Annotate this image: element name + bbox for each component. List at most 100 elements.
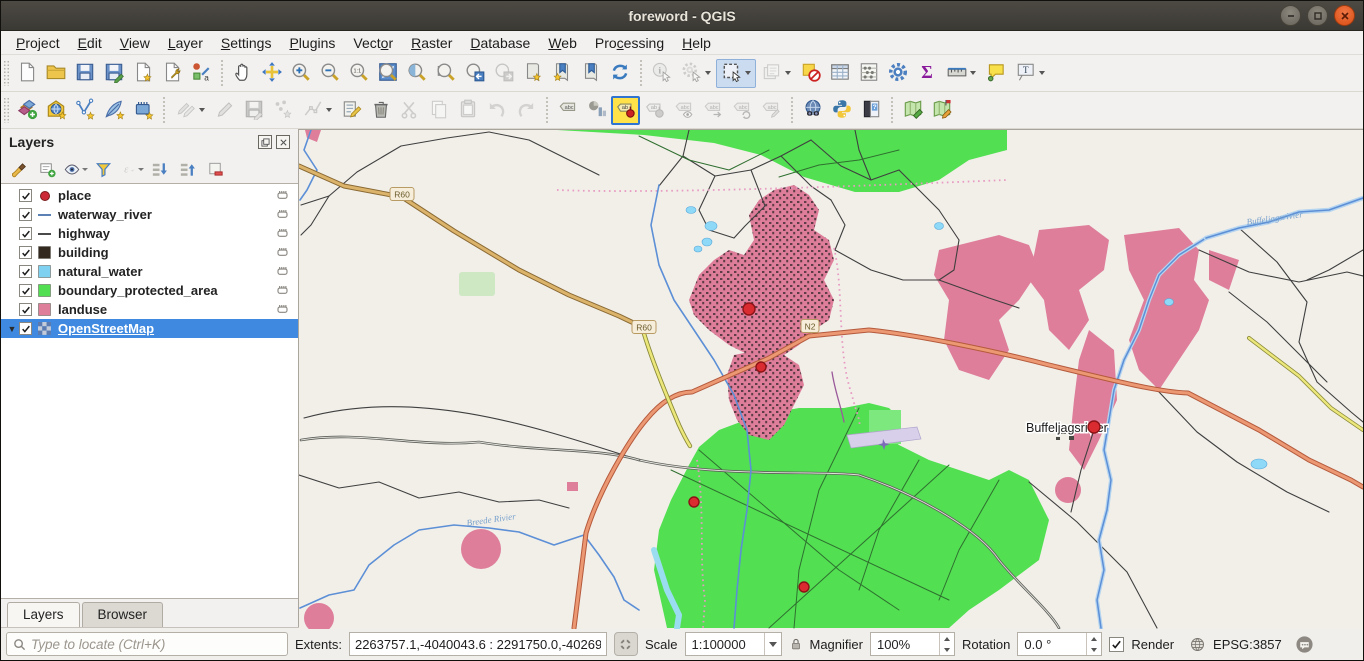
save-project-as-button[interactable] — [99, 59, 128, 88]
zoom-full-button[interactable] — [373, 59, 402, 88]
panel-close-icon[interactable] — [276, 135, 290, 149]
text-annotation-button[interactable]: T — [1010, 59, 1050, 88]
open-attribute-table-button[interactable] — [825, 59, 854, 88]
layer-item-building[interactable]: building — [1, 243, 298, 262]
collapse-all-button[interactable] — [175, 157, 200, 181]
layer-item-highway[interactable]: highway — [1, 224, 298, 243]
new-spatialite-layer-button[interactable] — [99, 96, 128, 125]
layer-visibility-checkbox[interactable] — [19, 303, 32, 316]
layer-visibility-checkbox[interactable] — [19, 265, 32, 278]
copy-features-button[interactable] — [424, 96, 453, 125]
panel-float-icon[interactable] — [258, 135, 272, 149]
dropdown-arrow-icon[interactable] — [970, 71, 976, 75]
zoom-out-button[interactable] — [315, 59, 344, 88]
messages-icon[interactable] — [1295, 635, 1314, 654]
locator-input[interactable] — [31, 637, 281, 652]
tab-layers[interactable]: Layers — [7, 602, 80, 627]
layer-item-landuse[interactable]: landuse — [1, 300, 298, 319]
show-bookmarks-button[interactable] — [547, 59, 576, 88]
map-canvas[interactable]: R60R60N2BuffeljagsrivierBreede RivierBuf… — [299, 129, 1363, 627]
close-button[interactable] — [1334, 5, 1355, 26]
zoom-last-button[interactable] — [460, 59, 489, 88]
style-manager-button[interactable]: a — [186, 59, 215, 88]
digitize-with-segment-button[interactable] — [268, 96, 297, 125]
scale-combo[interactable]: 1:100000 — [685, 632, 782, 656]
layer-diagram-options-button[interactable] — [582, 96, 611, 125]
menu-settings[interactable]: Settings — [212, 33, 281, 53]
identify-features-button[interactable]: i — [647, 59, 676, 88]
new-project-button[interactable] — [12, 59, 41, 88]
pan-to-selection-button[interactable] — [257, 59, 286, 88]
crs-value[interactable]: EPSG:3857 — [1213, 637, 1282, 652]
zoom-native-button[interactable]: 1:1 — [344, 59, 373, 88]
field-calculator-button[interactable] — [854, 59, 883, 88]
new-geopackage-layer-button[interactable] — [41, 96, 70, 125]
expand-all-button[interactable] — [147, 157, 172, 181]
lock-scale-icon[interactable] — [789, 636, 803, 652]
dropdown-arrow-icon[interactable] — [1039, 71, 1045, 75]
dropdown-arrow-icon[interactable] — [326, 108, 332, 112]
zoom-to-selection-button[interactable] — [402, 59, 431, 88]
save-project-button[interactable] — [70, 59, 99, 88]
select-features-button[interactable] — [716, 59, 756, 88]
pan-map-button[interactable] — [228, 59, 257, 88]
delete-selected-button[interactable] — [366, 96, 395, 125]
dropdown-arrow-icon[interactable] — [705, 71, 711, 75]
select-by-form-button[interactable] — [756, 59, 796, 88]
minimize-button[interactable] — [1280, 5, 1301, 26]
extents-value[interactable] — [349, 632, 607, 656]
redo-button[interactable] — [511, 96, 540, 125]
scale-dropdown-icon[interactable] — [764, 633, 781, 655]
toolbar-handle[interactable] — [3, 60, 10, 86]
filter-legend-button[interactable] — [91, 157, 116, 181]
deselect-all-button[interactable] — [796, 59, 825, 88]
crs-globe-icon[interactable] — [1189, 636, 1206, 653]
map-tips-button[interactable] — [981, 59, 1010, 88]
menu-layer[interactable]: Layer — [159, 33, 212, 53]
vertex-tool-button[interactable] — [297, 96, 337, 125]
rotation-up-icon[interactable] — [1087, 633, 1101, 644]
toggle-editing-button[interactable] — [210, 96, 239, 125]
highlight-pinned-labels-button[interactable]: ab — [640, 96, 669, 125]
pin-unpin-labels-button[interactable]: ab — [611, 96, 640, 125]
open-data-source-manager-button[interactable] — [12, 96, 41, 125]
zoom-next-button[interactable] — [489, 59, 518, 88]
dropdown-arrow-icon[interactable] — [199, 108, 205, 112]
refresh-map-button[interactable] — [605, 59, 634, 88]
menu-view[interactable]: View — [111, 33, 159, 53]
paste-features-button[interactable] — [453, 96, 482, 125]
menu-help[interactable]: Help — [673, 33, 720, 53]
layer-visibility-checkbox[interactable] — [19, 246, 32, 259]
show-bookmark-manager-button[interactable] — [576, 59, 605, 88]
layer-visibility-checkbox[interactable] — [19, 322, 32, 335]
move-label-button[interactable]: abc — [698, 96, 727, 125]
help-contents-button[interactable]: ? — [856, 96, 885, 125]
dropdown-arrow-icon[interactable] — [745, 71, 751, 75]
layer-visibility-checkbox[interactable] — [19, 208, 32, 221]
show-statistics-button[interactable]: Σ — [912, 59, 941, 88]
toolbar-handle[interactable] — [3, 97, 10, 123]
menu-raster[interactable]: Raster — [402, 33, 461, 53]
menu-vector[interactable]: Vector — [344, 33, 402, 53]
layer-item-place[interactable]: place — [1, 186, 298, 205]
menu-web[interactable]: Web — [539, 33, 586, 53]
filter-by-expression-button[interactable]: ε — [119, 157, 144, 181]
layer-labeling-options-button[interactable]: abc — [553, 96, 582, 125]
menu-processing[interactable]: Processing — [586, 33, 673, 53]
zoom-to-layer-button[interactable] — [431, 59, 460, 88]
new-virtual-layer-button[interactable] — [128, 96, 157, 125]
undo-button[interactable] — [482, 96, 511, 125]
processing-toolbox-button[interactable] — [883, 59, 912, 88]
measure-line-button[interactable] — [941, 59, 981, 88]
rotate-label-button[interactable]: abc — [727, 96, 756, 125]
python-console-button[interactable] — [827, 96, 856, 125]
magnifier-up-icon[interactable] — [940, 633, 954, 644]
plugin-map-b-button[interactable] — [927, 96, 956, 125]
menu-project[interactable]: Project — [7, 33, 69, 53]
run-feature-action-button[interactable] — [676, 59, 716, 88]
manage-map-themes-button[interactable] — [63, 157, 88, 181]
magnifier-spinbox[interactable]: 100% — [870, 632, 955, 656]
magnifier-down-icon[interactable] — [940, 644, 954, 655]
change-label-button[interactable]: abc — [756, 96, 785, 125]
plugin-map-a-button[interactable] — [898, 96, 927, 125]
